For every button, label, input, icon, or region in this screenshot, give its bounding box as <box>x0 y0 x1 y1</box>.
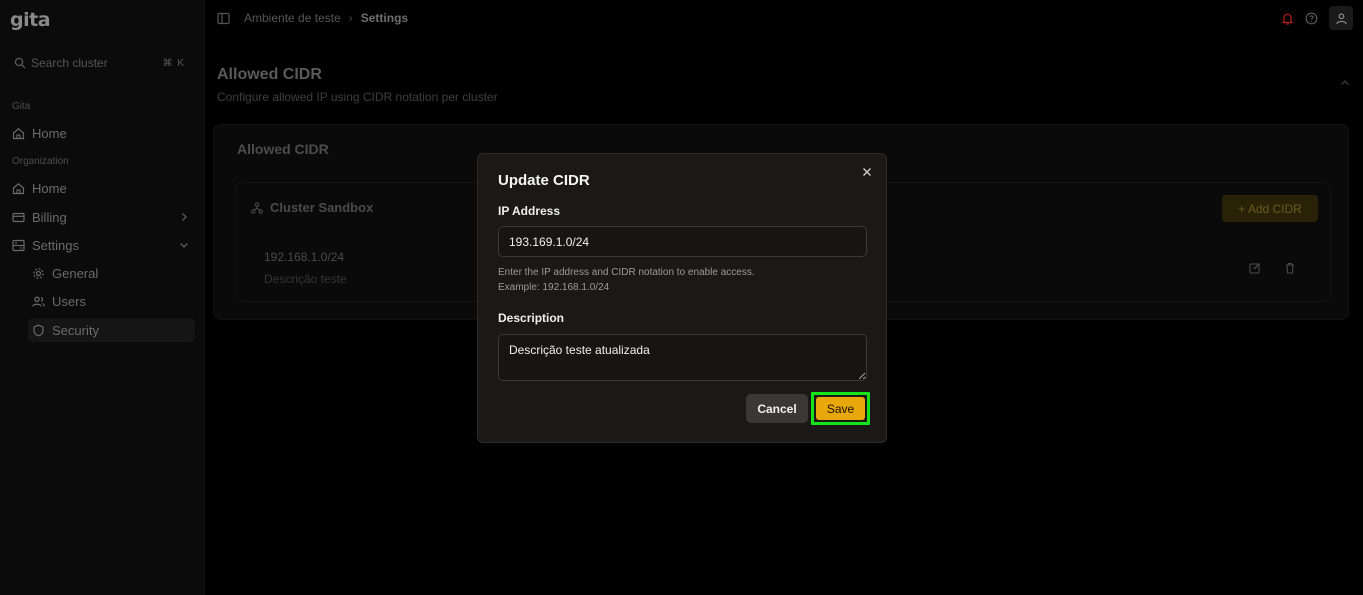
page-title: Allowed CIDR <box>217 66 322 83</box>
sidebar-toggle-icon[interactable] <box>217 12 230 25</box>
search-placeholder: Search cluster <box>31 56 108 70</box>
edit-icon[interactable] <box>1249 262 1261 274</box>
trash-icon[interactable] <box>1284 262 1296 274</box>
sidebar-item-label: Billing <box>32 209 67 225</box>
ip-address-help: Enter the IP address and CIDR notation t… <box>498 265 755 295</box>
cancel-button[interactable]: Cancel <box>746 394 808 423</box>
sidebar-item-label: Home <box>32 125 67 141</box>
dialog-title: Update CIDR <box>498 172 590 189</box>
sidebar-item-org-home[interactable]: Home <box>8 176 195 200</box>
search-icon <box>14 57 26 69</box>
card-title: Allowed CIDR <box>237 141 329 157</box>
description-textarea[interactable]: Descrição teste atualizada <box>498 334 867 381</box>
notification-bell-icon[interactable] <box>1281 12 1294 25</box>
top-actions <box>1281 6 1353 30</box>
description-label: Description <box>498 311 565 325</box>
sidebar-item-label: Users <box>52 293 86 309</box>
chevron-down-icon <box>180 243 188 248</box>
breadcrumb-environment[interactable]: Ambiente de teste <box>244 11 341 25</box>
page-subtitle: Configure allowed IP using CIDR notation… <box>217 90 498 104</box>
avatar[interactable] <box>1329 6 1353 30</box>
help-line-2: Example: 192.168.1.0/24 <box>498 282 610 293</box>
sidebar-item-label: Security <box>52 322 99 338</box>
user-icon <box>1335 12 1347 24</box>
cidr-row-ip: 192.168.1.0/24 <box>264 250 345 264</box>
breadcrumb-current: Settings <box>360 11 409 25</box>
sidebar-item-label: Home <box>32 180 67 196</box>
sidebar-item-settings[interactable]: Settings <box>8 233 195 257</box>
users-icon <box>32 296 45 307</box>
help-line-1: Enter the IP address and CIDR notation t… <box>498 267 755 278</box>
top-bar: Ambiente de teste › Settings <box>205 0 1363 36</box>
close-icon[interactable] <box>862 167 872 177</box>
section-label-organization: Organization <box>12 156 69 167</box>
search-shortcut: ⌘ K <box>162 57 185 69</box>
settings-panel-icon <box>12 239 25 251</box>
update-cidr-dialog: Update CIDR IP Address Enter the IP addr… <box>477 153 887 443</box>
save-button-highlight[interactable]: Save <box>811 392 870 425</box>
chevron-up-icon[interactable] <box>1340 78 1350 88</box>
gear-icon <box>33 267 44 279</box>
credit-card-icon <box>12 212 25 222</box>
sidebar-item-users[interactable]: Users <box>28 289 195 313</box>
cluster-header: Cluster Sandbox <box>251 200 373 215</box>
cluster-icon <box>251 201 263 214</box>
ip-address-input[interactable] <box>498 226 867 257</box>
cidr-row-actions <box>1249 262 1296 274</box>
section-label-gita: Gita <box>12 101 31 112</box>
help-icon[interactable] <box>1305 12 1318 25</box>
sidebar-item-general[interactable]: General <box>28 261 195 285</box>
sidebar: gita Search cluster ⌘ K Gita Home Organi… <box>0 0 205 595</box>
breadcrumb: Ambiente de teste › Settings <box>217 11 408 25</box>
ip-address-label: IP Address <box>498 204 561 218</box>
add-cidr-button[interactable]: + Add CIDR <box>1222 195 1318 222</box>
sidebar-item-security[interactable]: Security <box>28 318 195 342</box>
sidebar-item-label: Settings <box>32 237 79 253</box>
cidr-row-description: Descrição teste <box>264 272 347 286</box>
shield-icon <box>33 324 44 336</box>
sidebar-item-home[interactable]: Home <box>8 121 195 145</box>
chevron-right-icon <box>182 213 187 221</box>
cluster-name: Cluster Sandbox <box>270 200 374 215</box>
logo[interactable]: gita <box>10 9 51 31</box>
save-button[interactable]: Save <box>816 397 865 420</box>
breadcrumb-separator: › <box>348 11 353 25</box>
home-icon <box>12 127 25 139</box>
home-icon <box>12 182 25 194</box>
sidebar-item-billing[interactable]: Billing <box>8 205 195 229</box>
sidebar-item-label: General <box>52 265 99 281</box>
search-cluster-input[interactable]: Search cluster ⌘ K <box>8 52 191 74</box>
